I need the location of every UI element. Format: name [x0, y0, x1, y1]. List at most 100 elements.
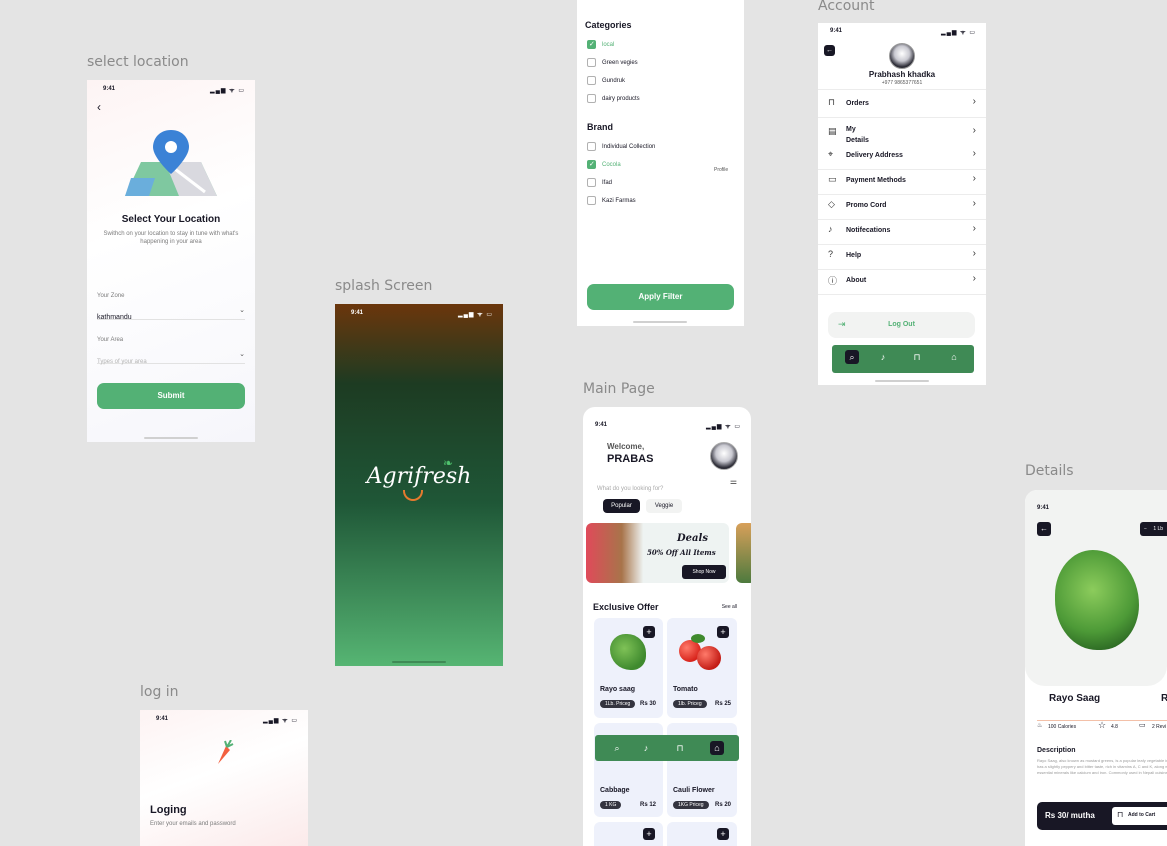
home-icon[interactable]: ⌂ [710, 741, 724, 755]
checkbox[interactable] [587, 40, 596, 49]
zone-select[interactable]: kathmandu ⌄ [97, 306, 245, 321]
deal-title: Deals [677, 533, 708, 544]
deal-banner[interactable]: Deals 50% Off All Items Shop Now [586, 523, 729, 583]
account-menu-item[interactable]: ⊓ Orders › [818, 96, 986, 118]
brand-title: Brand [587, 122, 614, 132]
product-card[interactable]: + [667, 822, 737, 846]
select-location-screen: 9:41 ▂▄▆ ᯤ ▭ ‹ Select Your Location Swit… [87, 80, 255, 442]
checkbox-label: Green vegies [602, 60, 638, 66]
back-button[interactable]: ← [1037, 522, 1051, 536]
bag-icon[interactable]: ⊓ [673, 741, 687, 755]
status-bar: 9:41 [1025, 505, 1167, 515]
deal-subtitle: 50% Off All Items [647, 548, 716, 557]
product-price: Rs 20 [715, 802, 732, 808]
checkbox[interactable] [587, 142, 596, 151]
label-details: Details [1025, 463, 1074, 479]
review-icon: ▭ [1139, 722, 1146, 729]
add-to-cart-button[interactable]: ⊓ Add to Cart [1112, 807, 1167, 825]
add-button[interactable]: + [643, 828, 655, 840]
add-button[interactable]: + [717, 626, 729, 638]
product-price: Rs 25 [715, 701, 732, 707]
checkbox-label: Ifad [602, 180, 613, 186]
account-screen: 9:41 ▂▄▆ ᯤ ▭ ← Prabhash khadka +977 9865… [818, 23, 986, 385]
account-menu-item[interactable]: ▭ Payment Methods › [818, 173, 986, 195]
main-page-screen: 9:41 ▂▄▆ ᯤ ▭ Welcome, PRABAS What do you… [583, 407, 751, 846]
location-subtitle: Swithch on your location to stay in tune… [103, 231, 239, 245]
account-phone: +977 9865377651 [881, 80, 923, 86]
bag-icon[interactable]: ⊓ [910, 350, 924, 364]
divider [818, 117, 986, 118]
product-unit: 1lb. Priceg [673, 700, 707, 708]
tab-veggie[interactable]: Veggie [646, 499, 682, 513]
user-name: PRABAS [607, 453, 654, 465]
add-button[interactable]: + [643, 626, 655, 638]
home-icon[interactable]: ⌂ [947, 350, 961, 364]
area-select[interactable]: Types of your area ⌄ [97, 350, 245, 365]
account-menu-label: About [846, 277, 867, 284]
spinach-image [610, 634, 646, 670]
divider [818, 294, 986, 295]
account-menu-item[interactable]: ? Help › [818, 248, 986, 270]
add-button[interactable]: + [717, 828, 729, 840]
label-login: log in [140, 684, 179, 700]
product-card[interactable]: + Rayo saag 1Lb. Priceg Rs 30 [594, 618, 663, 718]
checkbox[interactable] [587, 160, 596, 169]
chevron-down-icon: ⌄ [239, 307, 245, 314]
account-menu-label: Delivery Address [846, 152, 903, 159]
submit-button[interactable]: Submit [97, 383, 245, 409]
apply-filter-button[interactable]: Apply Filter [587, 284, 734, 310]
tab-popular[interactable]: Popular [603, 499, 640, 513]
chevron-right-icon: › [972, 223, 976, 234]
status-icons: ▂▄▆ ᯤ ▭ [263, 718, 298, 724]
bell-icon[interactable]: ♪ [876, 350, 890, 364]
status-time: 9:41 [103, 86, 116, 92]
filter-icon[interactable]: ⚌ [730, 477, 737, 486]
product-card[interactable]: + Tomato 1lb. Priceg Rs 25 [667, 618, 737, 718]
checkbox[interactable] [587, 178, 596, 187]
account-menu-item[interactable]: ▤ My Details › [818, 125, 986, 147]
rating-text: 4.8 [1111, 724, 1118, 730]
product-price: Rs 12 [640, 802, 657, 808]
shop-now-button[interactable]: Shop Now [682, 565, 726, 579]
checkbox[interactable] [587, 58, 596, 67]
account-menu-label: Orders [846, 100, 869, 107]
checkbox[interactable] [587, 76, 596, 85]
account-menu-item[interactable]: ♪ Notifecations › [818, 223, 986, 245]
quantity-stepper[interactable]: − 1 Lb [1140, 522, 1167, 536]
product-name: Cauli Flower [673, 787, 715, 794]
back-button[interactable]: ← [824, 45, 835, 56]
checkbox-label: dairy products [602, 96, 640, 102]
account-menu-label: Payment Methods [846, 177, 906, 184]
checkbox[interactable] [587, 94, 596, 103]
see-all-link[interactable]: See all [722, 604, 737, 610]
exclusive-title: Exclusive Offer [593, 602, 659, 612]
login-title: Loging [150, 804, 187, 816]
search-icon[interactable]: ⌕ [845, 350, 859, 364]
home-indicator [633, 321, 687, 323]
checkbox-label: Individual Collection [602, 144, 656, 150]
bell-icon[interactable]: ♪ [639, 741, 653, 755]
bag-icon: ⊓ [828, 97, 836, 107]
minus-icon[interactable]: − [1144, 526, 1147, 532]
product-card[interactable]: + [594, 822, 663, 846]
bottom-nav: ⌕ ♪ ⊓ ⌂ [595, 735, 739, 761]
search-icon[interactable]: ⌕ [610, 741, 624, 755]
tomato-image [697, 646, 721, 670]
filter-screen: Categories local Green vegies Gundruk dairy… [577, 0, 744, 326]
chevron-right-icon: › [972, 248, 976, 259]
account-menu-item[interactable]: ⓘ About › [818, 273, 986, 295]
logout-button[interactable]: ⇥ Log Out [828, 312, 975, 338]
status-bar: 9:41 ▂▄▆ ᯤ ▭ [87, 86, 255, 96]
search-input[interactable]: What do you looking for? ⚌ [597, 477, 737, 492]
status-bar: 9:41 ▂▄▆ ᯤ ▭ [818, 28, 986, 38]
account-menu-item[interactable]: ◇ Promo Cord › [818, 198, 986, 220]
account-menu-item[interactable]: ⌖ Delivery Address › [818, 148, 986, 170]
chevron-right-icon: › [972, 173, 976, 184]
description-text: Rayo Saag, also known as mustard greens,… [1037, 758, 1167, 775]
login-subtitle: Enter your emails and password [150, 821, 236, 827]
back-icon[interactable]: ‹ [97, 100, 101, 114]
pin-icon: ⌖ [828, 149, 834, 159]
splash-screen: 9:41 ▂▄▆ ᯤ ▭ Agrifresh ❧ [335, 304, 503, 666]
checkbox[interactable] [587, 196, 596, 205]
avatar[interactable] [710, 442, 738, 470]
